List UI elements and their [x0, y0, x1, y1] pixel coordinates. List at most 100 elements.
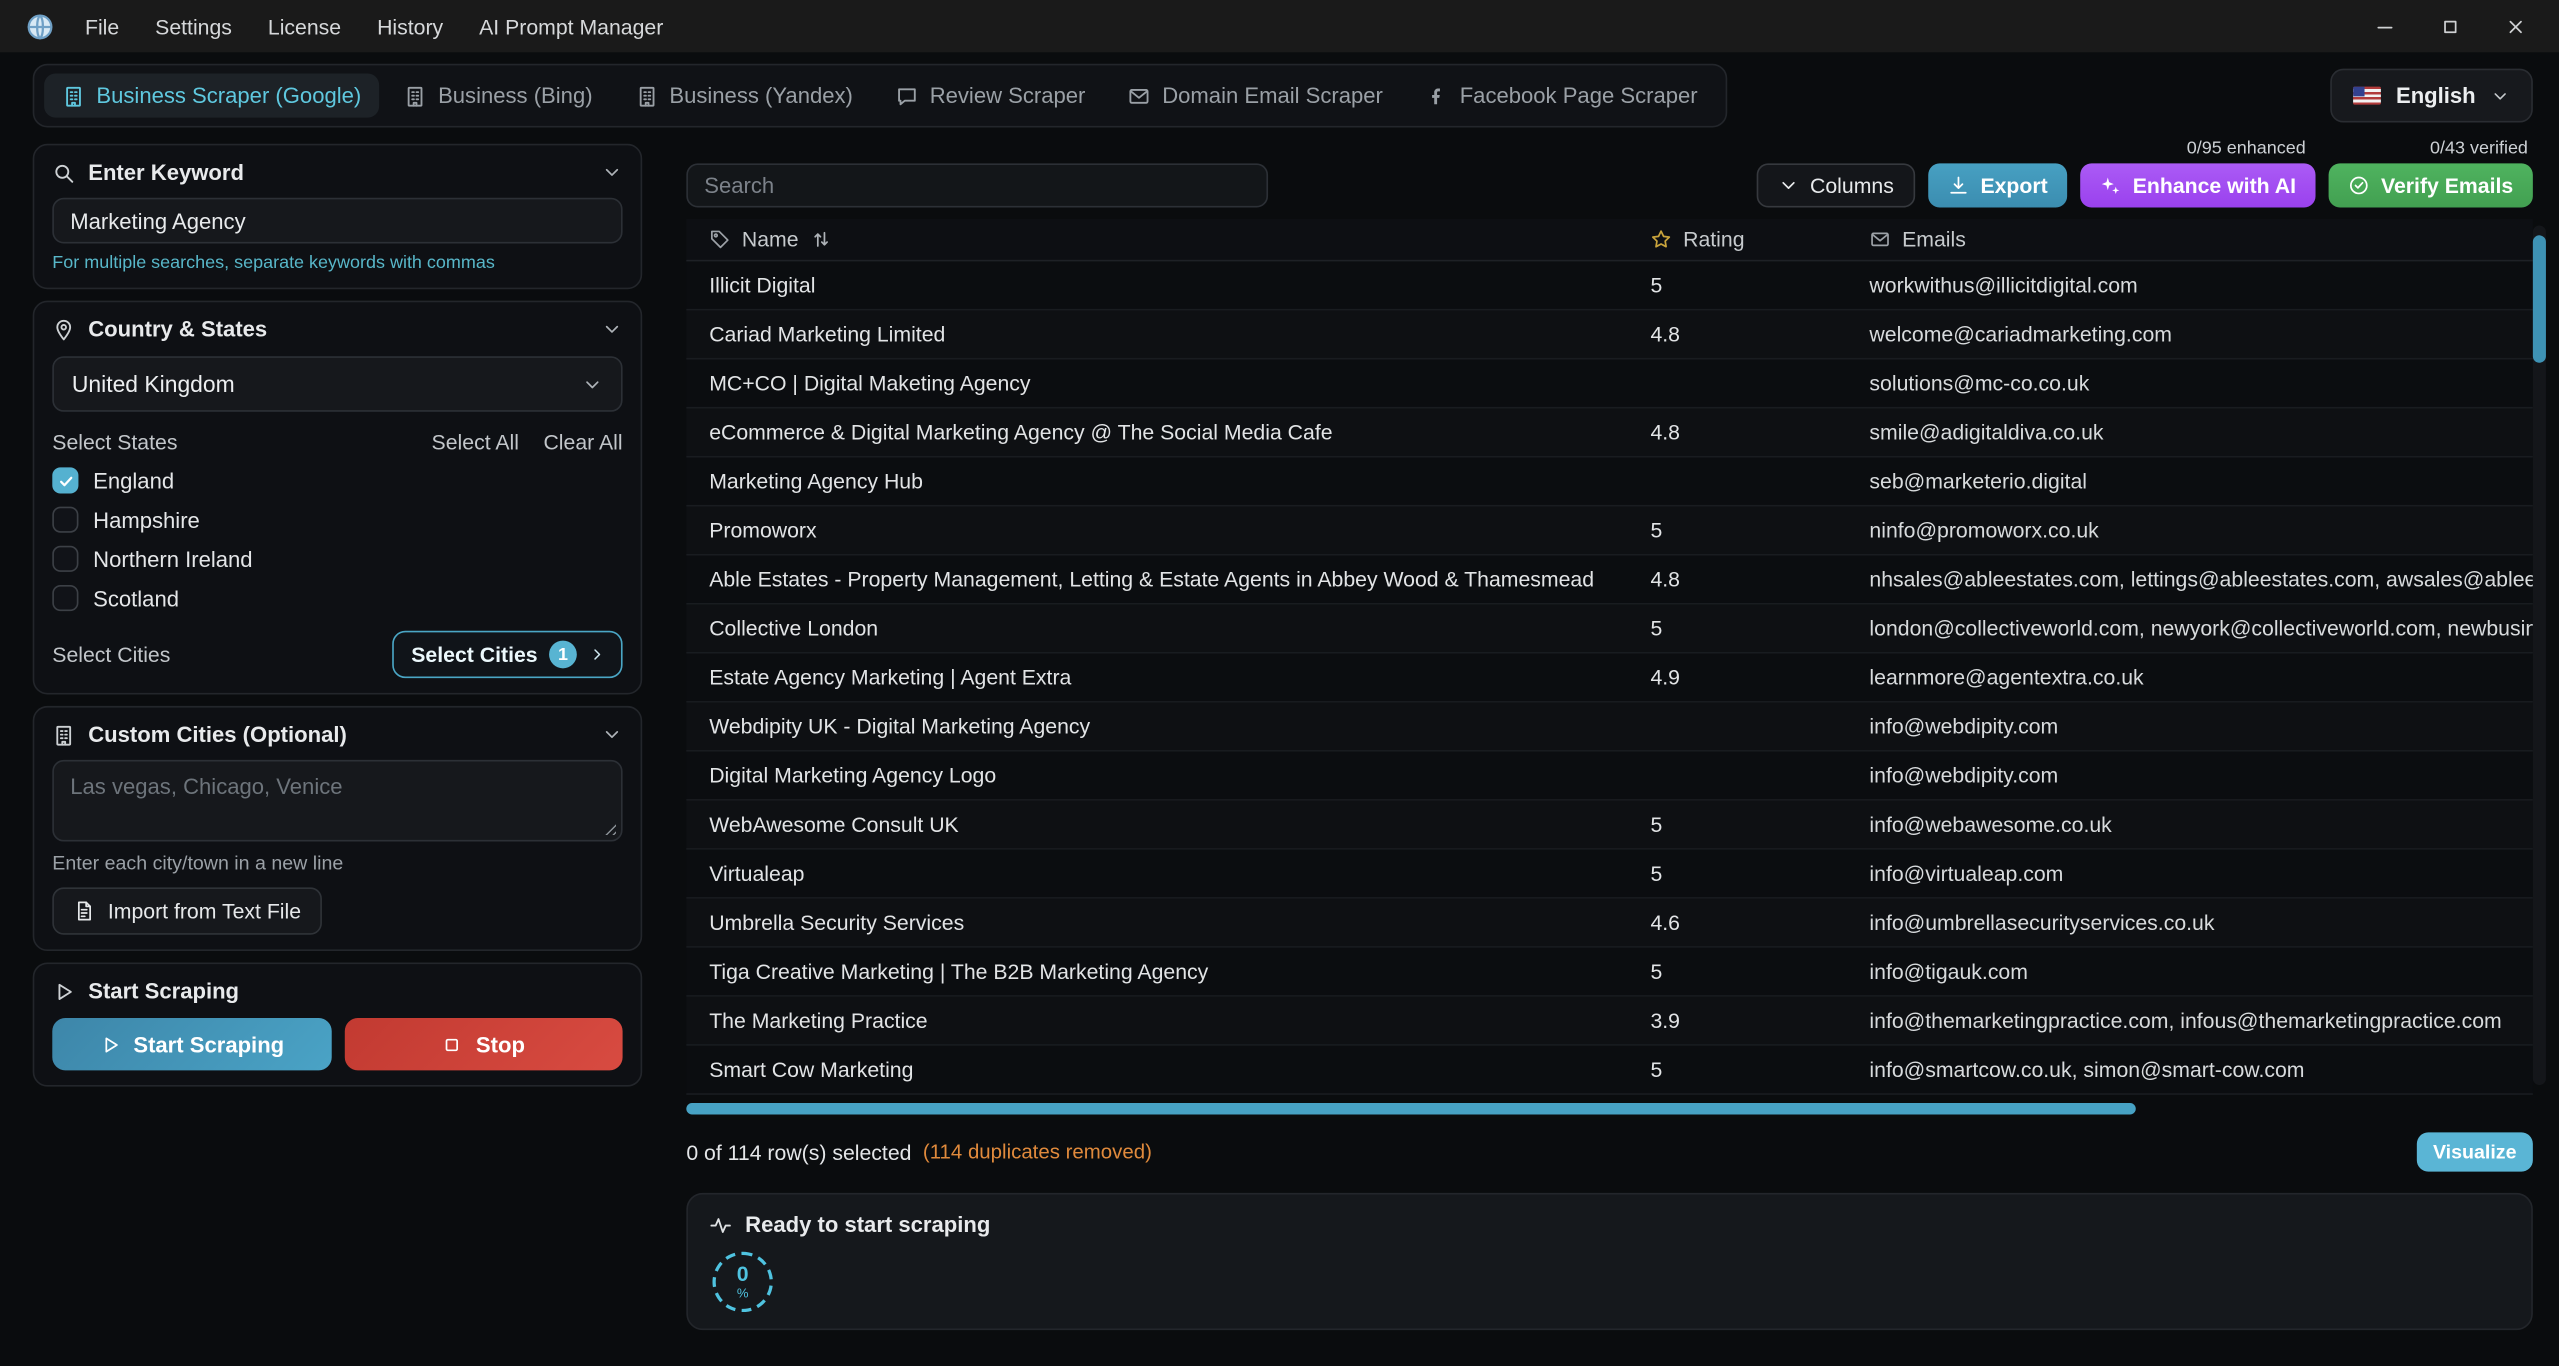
tab-business-bing[interactable]: Business (Bing) — [386, 74, 611, 118]
select-all-link[interactable]: Select All — [432, 430, 519, 455]
search-input[interactable] — [686, 163, 1268, 207]
sparkles-icon — [2100, 175, 2121, 196]
menu-item-file[interactable]: File — [67, 14, 137, 39]
rating-cell: 5 — [1650, 273, 1869, 298]
table-row[interactable]: WebAwesome Consult UK5info@webawesome.co… — [686, 801, 2533, 850]
play-icon — [52, 980, 75, 1003]
start-scraping-card: Start Scraping Start Scraping Stop — [33, 962, 643, 1086]
status-card: Ready to start scraping 0 % — [686, 1193, 2533, 1330]
selection-summary: 0 of 114 row(s) selected — [686, 1140, 911, 1165]
rating-cell: 5 — [1650, 518, 1869, 543]
table-row[interactable]: Promoworx5ninfo@promoworx.co.uk — [686, 507, 2533, 556]
table-row[interactable]: MC+CO | Digital Maketing Agencysolutions… — [686, 360, 2533, 409]
sort-icon[interactable] — [810, 229, 831, 250]
tab-facebook-page-scraper[interactable]: Facebook Page Scraper — [1407, 74, 1715, 118]
maximize-button[interactable] — [2440, 16, 2461, 37]
cities-label: Select Cities — [52, 642, 170, 667]
states-header: Select States Select All Clear All — [52, 430, 622, 455]
minimize-button[interactable] — [2374, 16, 2395, 37]
checkbox-checked-icon[interactable] — [52, 467, 78, 493]
table-row[interactable]: Illicit Digital5workwithus@illicitdigita… — [686, 261, 2533, 310]
checkbox-icon[interactable] — [52, 546, 78, 572]
table-row[interactable]: Estate Agency Marketing | Agent Extra4.9… — [686, 654, 2533, 703]
app-logo-globe-icon — [26, 12, 54, 40]
emails-cell: workwithus@illicitdigital.com — [1869, 273, 2532, 298]
table-row[interactable]: Webdipity UK - Digital Marketing Agencyi… — [686, 703, 2533, 752]
start-scraping-title: Start Scraping — [88, 979, 239, 1004]
clear-all-link[interactable]: Clear All — [543, 430, 622, 455]
tab-review-scraper[interactable]: Review Scraper — [877, 74, 1103, 118]
state-checkbox-northern-ireland[interactable]: Northern Ireland — [52, 546, 622, 572]
table-row[interactable]: Cariad Marketing Limited4.8welcome@caria… — [686, 310, 2533, 359]
close-button[interactable] — [2505, 16, 2526, 37]
progress-unit: % — [737, 1288, 749, 1301]
verify-emails-button[interactable]: Verify Emails — [2329, 163, 2533, 207]
vertical-scrollbar-thumb[interactable] — [2533, 235, 2546, 362]
tab-label: Business Scraper (Google) — [96, 83, 361, 108]
table-row[interactable]: Virtualeap5info@virtualeap.com — [686, 850, 2533, 899]
column-header-name[interactable]: Name — [709, 227, 1650, 252]
mail-icon — [1128, 84, 1151, 107]
table-row[interactable]: Collective London5london@collectiveworld… — [686, 605, 2533, 654]
table-row[interactable]: eCommerce & Digital Marketing Agency @ T… — [686, 409, 2533, 458]
select-cities-button[interactable]: Select Cities 1 — [392, 631, 623, 678]
select-cities-button-label: Select Cities — [411, 642, 537, 667]
chevron-down-icon[interactable] — [601, 724, 622, 745]
state-label: Hampshire — [93, 507, 200, 532]
table-row[interactable]: Able Estates - Property Management, Lett… — [686, 556, 2533, 605]
tab-label: Domain Email Scraper — [1162, 83, 1383, 108]
facebook-icon — [1425, 84, 1448, 107]
tab-domain-email-scraper[interactable]: Domain Email Scraper — [1110, 74, 1401, 118]
state-checkbox-england[interactable]: England — [52, 467, 622, 493]
rating-cell: 5 — [1650, 861, 1869, 886]
table-row[interactable]: Marketing Agency Hubseb@marketerio.digit… — [686, 458, 2533, 507]
custom-cities-header[interactable]: Custom Cities (Optional) — [52, 722, 622, 747]
app-window: FileSettingsLicenseHistoryAI Prompt Mana… — [0, 0, 2559, 1366]
columns-button[interactable]: Columns — [1756, 163, 1915, 207]
tab-business-yandex[interactable]: Business (Yandex) — [617, 74, 871, 118]
state-checkbox-hampshire[interactable]: Hampshire — [52, 507, 622, 533]
vertical-scrollbar[interactable] — [2533, 226, 2546, 1086]
table-row[interactable]: Smart Cow Marketing5info@smartcow.co.uk,… — [686, 1046, 2533, 1095]
enhance-with-ai-button[interactable]: Enhance with AI — [2080, 163, 2315, 207]
states-list: England Hampshire Northern Ireland Scotland — [52, 467, 622, 611]
horizontal-scrollbar[interactable] — [686, 1103, 2533, 1114]
check-icon — [56, 471, 74, 489]
tag-icon — [709, 229, 730, 250]
stop-button[interactable]: Stop — [344, 1018, 623, 1070]
language-selector[interactable]: English — [2331, 69, 2533, 123]
table-row[interactable]: Digital Marketing Agency Logoinfo@webdip… — [686, 752, 2533, 801]
building-icon — [62, 84, 85, 107]
export-button[interactable]: Export — [1928, 163, 2067, 207]
menu-item-settings[interactable]: Settings — [137, 14, 250, 39]
checkbox-icon[interactable] — [52, 585, 78, 611]
name-cell: eCommerce & Digital Marketing Agency @ T… — [709, 420, 1650, 445]
chevron-down-icon[interactable] — [601, 319, 622, 340]
menu-item-ai-prompt-manager[interactable]: AI Prompt Manager — [461, 14, 681, 39]
custom-cities-textarea[interactable] — [52, 760, 622, 842]
emails-cell: info@virtualeap.com — [1869, 861, 2532, 886]
progress-circle: 0 % — [712, 1252, 772, 1312]
tab-label: Review Scraper — [930, 83, 1086, 108]
chevron-down-icon[interactable] — [601, 162, 622, 183]
checkbox-icon[interactable] — [52, 507, 78, 533]
country-select[interactable]: United Kingdom — [52, 356, 622, 412]
horizontal-scrollbar-thumb[interactable] — [686, 1103, 2136, 1114]
column-header-rating[interactable]: Rating — [1650, 227, 1869, 252]
table-row[interactable]: Umbrella Security Services4.6info@umbrel… — [686, 899, 2533, 948]
keyword-card-header[interactable]: Enter Keyword — [52, 160, 622, 185]
menu-item-license[interactable]: License — [250, 14, 359, 39]
keyword-input[interactable] — [52, 198, 622, 244]
state-checkbox-scotland[interactable]: Scotland — [52, 585, 622, 611]
country-card-header[interactable]: Country & States — [52, 317, 622, 342]
menu-item-history[interactable]: History — [359, 14, 461, 39]
table-row[interactable]: Tiga Creative Marketing | The B2B Market… — [686, 948, 2533, 997]
column-header-emails[interactable]: Emails — [1869, 227, 2532, 252]
tab-business-scraper-google[interactable]: Business Scraper (Google) — [44, 74, 379, 118]
start-scraping-button[interactable]: Start Scraping — [52, 1018, 331, 1070]
status-message: Ready to start scraping — [745, 1213, 990, 1238]
table-row[interactable]: The Marketing Practice3.9info@themarketi… — [686, 997, 2533, 1046]
visualize-button[interactable]: Visualize — [2417, 1132, 2533, 1171]
import-from-text-file-button[interactable]: Import from Text File — [52, 887, 322, 934]
download-icon — [1948, 175, 1969, 196]
